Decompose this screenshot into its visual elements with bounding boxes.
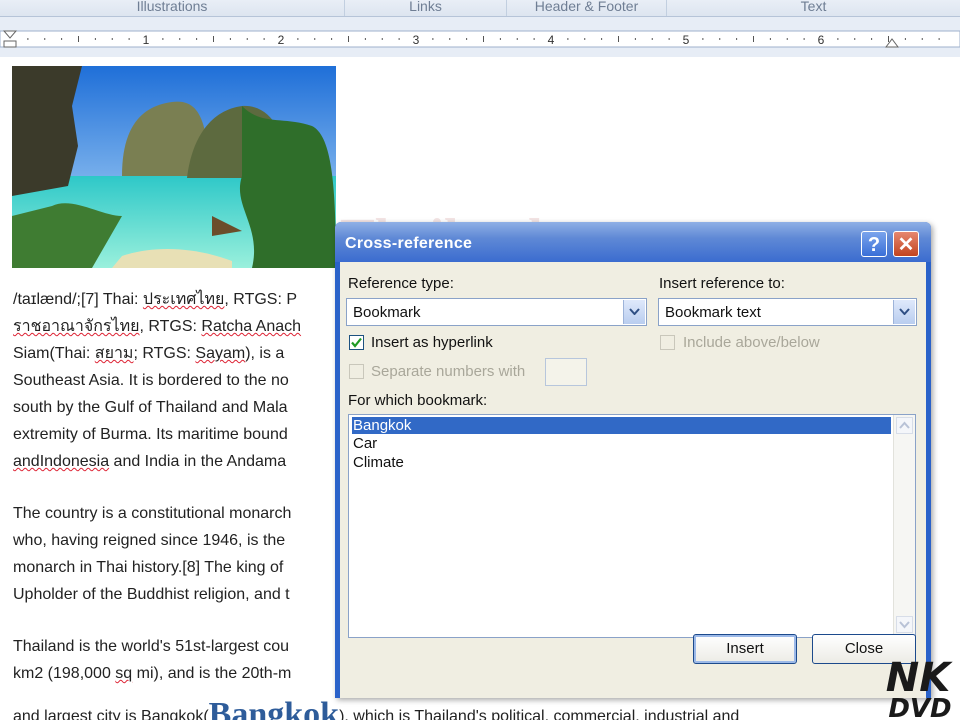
chevron-down-icon[interactable]	[893, 300, 915, 324]
insert-reference-value: Bookmark text	[665, 304, 761, 321]
listbox-scrollbar[interactable]	[893, 415, 915, 637]
insert-button[interactable]: Insert	[693, 634, 797, 664]
bookmark-listbox[interactable]: Bangkok Car Climate	[348, 414, 916, 638]
bangkok-heading-text: Bangkok	[208, 696, 340, 720]
ribbon-group-illustrations[interactable]: Illustrations	[0, 0, 345, 16]
checkmark-icon	[351, 337, 362, 348]
reference-type-value: Bookmark	[353, 304, 421, 321]
ribbon-group-label: Links	[409, 0, 442, 14]
separate-numbers-checkbox[interactable]	[349, 364, 364, 379]
ruler-number-1: 1	[143, 33, 150, 47]
nkdvd-logo: NK DVD	[886, 655, 953, 720]
help-button[interactable]: ?	[861, 231, 887, 257]
bookmark-item-climate[interactable]: Climate	[352, 454, 891, 471]
beach-photo-image[interactable]	[12, 66, 336, 268]
ruler-number-4: 4	[548, 33, 555, 47]
horizontal-ruler[interactable]: 1 2 3 4 5 6	[0, 17, 960, 57]
include-above-below-checkbox[interactable]	[660, 335, 675, 350]
close-x-button[interactable]: ✕	[893, 231, 919, 257]
ribbon-group-label: Text	[800, 0, 827, 14]
chevron-down-icon[interactable]	[623, 300, 645, 324]
scroll-up-icon[interactable]	[896, 417, 913, 434]
ruler-number-6: 6	[818, 33, 825, 47]
insert-as-hyperlink-checkbox[interactable]	[349, 335, 364, 350]
separate-numbers-field[interactable]	[545, 358, 587, 386]
dialog-title-bar[interactable]: Cross-reference ? ✕	[335, 222, 931, 262]
ruler-number-3: 3	[413, 33, 420, 47]
ribbon-group-links[interactable]: Links	[345, 0, 507, 16]
svg-text:DVD: DVD	[888, 694, 951, 720]
ribbon-group-text[interactable]: Text	[667, 0, 960, 16]
ribbon-group-strip: Illustrations Links Header & Footer Text	[0, 0, 960, 17]
dialog-body: Reference type: Bookmark Insert referenc…	[340, 262, 926, 698]
cross-reference-dialog[interactable]: Cross-reference ? ✕ Reference type: Book…	[335, 222, 931, 698]
ruler-number-2: 2	[278, 33, 285, 47]
separate-numbers-label: Separate numbers with	[371, 363, 526, 380]
reference-type-dropdown[interactable]: Bookmark	[346, 298, 647, 326]
ribbon-group-label: Illustrations	[136, 0, 208, 14]
bookmark-item-car[interactable]: Car	[352, 435, 891, 452]
scroll-down-icon[interactable]	[896, 616, 913, 633]
text-line: and largest city is Bangkok(Bangkok), wh…	[13, 698, 893, 720]
which-bookmark-label: For which bookmark:	[348, 392, 488, 409]
ribbon-group-header-footer[interactable]: Header & Footer	[507, 0, 667, 16]
bookmark-item-bangkok[interactable]: Bangkok	[352, 417, 891, 434]
insert-reference-label: Insert reference to:	[659, 275, 785, 292]
include-above-below-label: Include above/below	[683, 334, 820, 351]
ruler-number-5: 5	[683, 33, 690, 47]
reference-type-label: Reference type:	[348, 275, 454, 292]
insert-reference-dropdown[interactable]: Bookmark text	[658, 298, 917, 326]
insert-as-hyperlink-label: Insert as hyperlink	[371, 334, 493, 351]
ribbon-group-label: Header & Footer	[534, 0, 639, 14]
dialog-title: Cross-reference	[345, 235, 473, 252]
